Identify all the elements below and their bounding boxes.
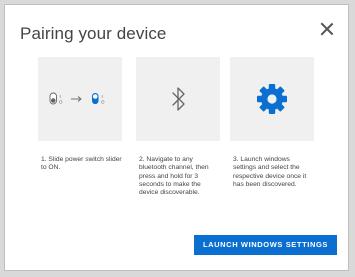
step-2-card (136, 57, 220, 141)
pairing-dialog: Pairing your device I O I O 1. Slide pow… (4, 4, 349, 271)
power-switch-slider-icon: I O I O (49, 92, 105, 105)
close-icon[interactable] (318, 20, 336, 38)
step-2-text: 2. Navigate to any bluetooth channel, th… (139, 156, 209, 197)
launch-windows-settings-button[interactable]: LAUNCH WINDOWS SETTINGS (193, 235, 337, 255)
switch-on-mark-2: I (102, 94, 103, 99)
switch-off-mark: O (59, 100, 63, 105)
dialog-title: Pairing your device (20, 24, 167, 43)
step-3: 3. Launch windows settings and select th… (230, 57, 314, 189)
step-1-text: 1. Slide power switch slider to ON. (41, 156, 122, 172)
switch-off-mark-2: O (101, 100, 105, 105)
switch-on-mark: I (60, 94, 61, 99)
step-3-text: 3. Launch windows settings and select th… (233, 156, 307, 188)
step-1-card: I O I O (38, 57, 122, 141)
bluetooth-icon (172, 87, 185, 111)
step-3-card (230, 57, 314, 141)
step-2: 2. Navigate to any bluetooth channel, th… (136, 57, 220, 197)
step-1: I O I O 1. Slide power switch slider to … (38, 57, 122, 173)
gear-icon (257, 84, 287, 114)
